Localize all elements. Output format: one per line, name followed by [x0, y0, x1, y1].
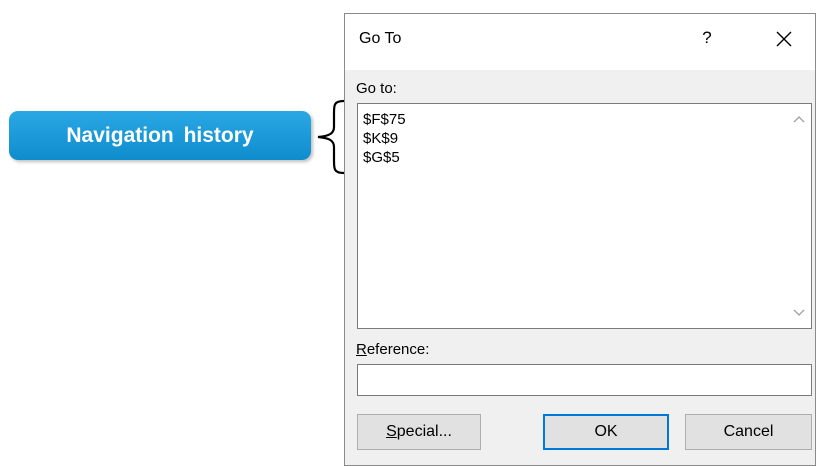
reference-label-rest: eference:: [366, 341, 430, 358]
ok-button-label: OK: [594, 423, 618, 440]
scroll-up-button[interactable]: [787, 108, 811, 130]
list-scrollbar[interactable]: [787, 104, 811, 328]
cancel-button-label: Cancel: [723, 423, 774, 440]
goto-dialog: Go To ? Go to: $F$75 $K$9 $G$5 Reference…: [344, 13, 816, 466]
special-button-mnemonic: S: [386, 423, 397, 440]
goto-history-list[interactable]: $F$75 $K$9 $G$5: [357, 103, 812, 329]
chevron-up-icon: [793, 116, 805, 123]
callout-label: Navigation history: [66, 123, 254, 147]
history-list-item[interactable]: $F$75: [363, 110, 816, 129]
screenshot-stage: Navigation history Go To ? Go to: $F$75 $…: [0, 0, 817, 466]
history-items: $F$75 $K$9 $G$5: [358, 104, 811, 167]
dialog-title: Go To: [359, 30, 402, 47]
special-button-rest: pecial...: [396, 423, 452, 440]
scroll-down-button[interactable]: [787, 302, 811, 324]
chevron-down-icon: [793, 309, 805, 316]
reference-label-mnemonic: R: [356, 341, 367, 358]
reference-input[interactable]: [357, 364, 812, 396]
special-button[interactable]: Special...: [357, 414, 481, 450]
help-button[interactable]: ?: [693, 24, 721, 52]
history-list-item[interactable]: $G$5: [363, 148, 816, 167]
ok-button[interactable]: OK: [543, 414, 669, 450]
help-icon: ?: [702, 28, 712, 47]
curly-brace-icon: [317, 99, 345, 175]
reference-label: Reference:: [356, 341, 429, 358]
close-button[interactable]: [769, 24, 799, 54]
close-icon: [776, 31, 792, 47]
dialog-titlebar[interactable]: Go To ?: [345, 14, 815, 70]
navigation-history-callout: Navigation history: [9, 111, 311, 160]
history-list-item[interactable]: $K$9: [363, 129, 816, 148]
goto-label: Go to:: [356, 80, 397, 97]
cancel-button[interactable]: Cancel: [685, 414, 812, 450]
